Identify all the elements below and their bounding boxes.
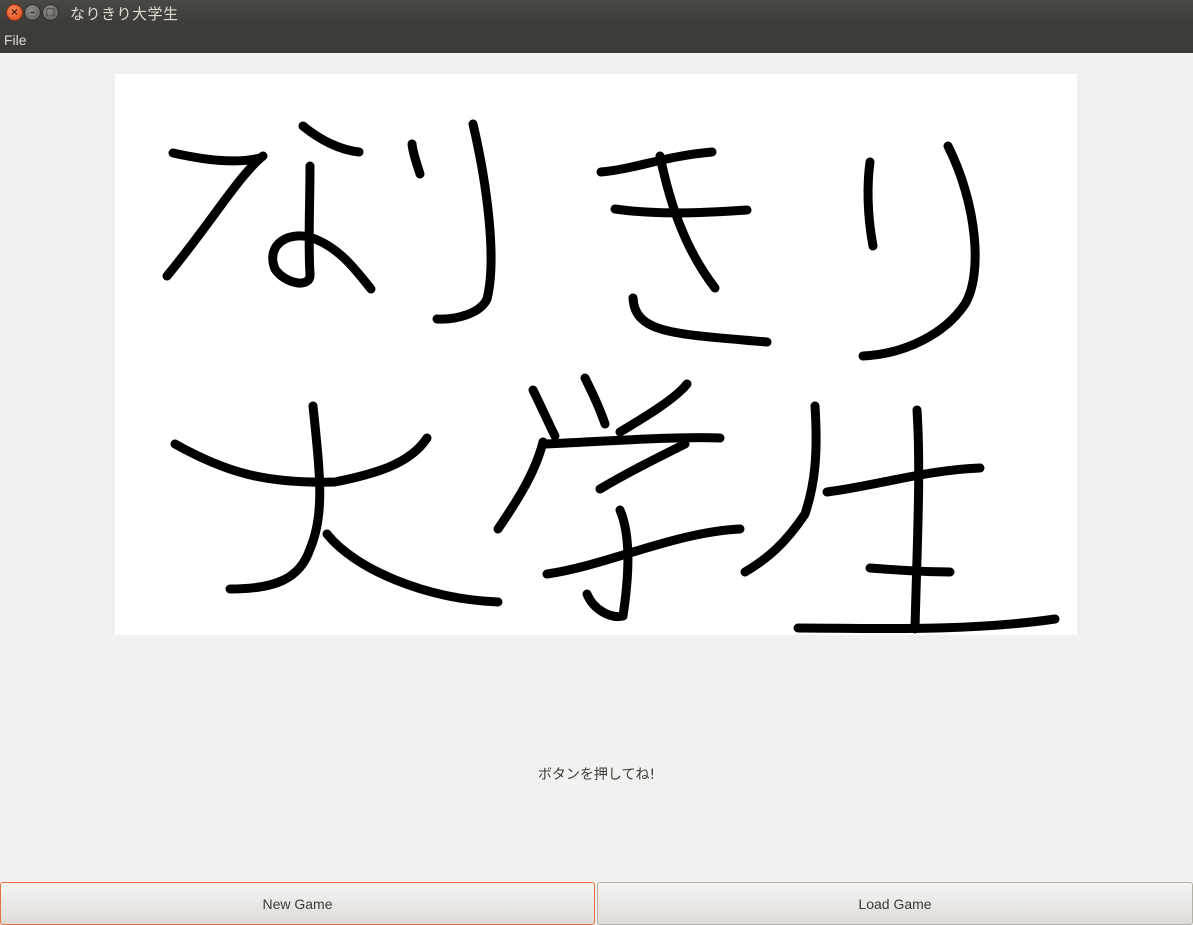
stroke: [858, 141, 980, 361]
stroke: [225, 401, 325, 594]
load-game-button[interactable]: Load Game: [597, 882, 1193, 925]
status-message: ボタンを押してね!: [537, 767, 656, 783]
stroke: [740, 401, 821, 577]
stroke: [822, 463, 985, 497]
menu-file[interactable]: File: [4, 32, 27, 48]
stroke: [910, 405, 924, 634]
close-icon[interactable]: ×: [6, 4, 23, 21]
stroke: [168, 148, 265, 166]
stroke: [793, 614, 1060, 634]
stroke: [298, 121, 364, 157]
window-title: なりきり大学生: [70, 5, 179, 23]
new-game-button[interactable]: New Game: [0, 882, 595, 925]
stroke: [493, 437, 548, 534]
stroke: [540, 433, 725, 449]
stroke: [407, 139, 425, 179]
stroke: [268, 161, 376, 294]
stroke: [865, 563, 955, 577]
stroke: [162, 151, 268, 281]
stroke: [615, 379, 692, 437]
title-image: [115, 74, 1077, 635]
stroke: [322, 529, 503, 607]
stroke: [528, 385, 560, 441]
app-window: × – □ なりきり大学生 File ボタンを押してね! New Game Lo…: [0, 0, 1193, 925]
minimize-icon[interactable]: –: [24, 4, 41, 21]
stroke: [610, 204, 752, 218]
stroke: [655, 151, 720, 293]
stroke: [170, 433, 432, 487]
stroke: [542, 524, 745, 579]
stroke: [432, 119, 496, 324]
maximize-icon[interactable]: □: [42, 4, 59, 21]
stroke: [863, 157, 878, 251]
stroke: [580, 373, 610, 429]
title-bar: × – □ なりきり大学生: [0, 0, 1193, 26]
handwritten-title-drawing: [162, 119, 1060, 634]
menu-bar: File: [0, 26, 1193, 53]
stroke: [595, 439, 690, 494]
stroke: [628, 293, 772, 347]
